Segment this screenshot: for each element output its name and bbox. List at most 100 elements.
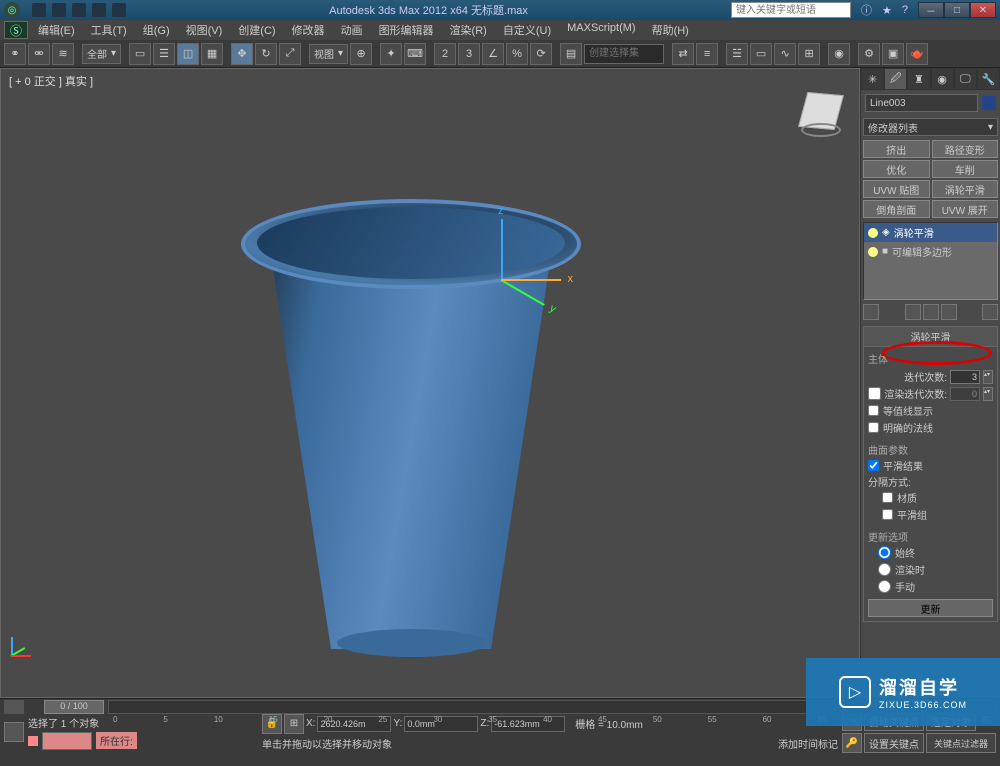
- stack-bulb-icon[interactable]: [868, 247, 878, 257]
- bind-spacewarp-icon[interactable]: ≋: [52, 43, 74, 65]
- motion-tab-icon[interactable]: ◉: [931, 68, 954, 90]
- select-region-icon[interactable]: ◫: [177, 43, 199, 65]
- viewcube-ring-icon[interactable]: [801, 123, 841, 137]
- qat-btn[interactable]: [92, 3, 106, 17]
- setkey-button[interactable]: 设置关键点: [864, 733, 924, 753]
- add-time-tag-label[interactable]: 添加时间标记: [778, 736, 838, 751]
- pin-stack-icon[interactable]: [863, 304, 879, 320]
- selection-set-dropdown[interactable]: [42, 732, 92, 750]
- rendered-frame-icon[interactable]: ▣: [882, 43, 904, 65]
- modifier-preset-button[interactable]: 优化: [863, 160, 930, 178]
- modifier-preset-button[interactable]: 车削: [932, 160, 999, 178]
- scale-tool-icon[interactable]: ⤢: [279, 43, 301, 65]
- curve-editor-icon[interactable]: ∿: [774, 43, 796, 65]
- maximize-button[interactable]: □: [944, 2, 970, 18]
- timeline-toggle-icon[interactable]: [4, 700, 24, 714]
- update-render-radio[interactable]: [878, 563, 891, 576]
- refcoord-dropdown[interactable]: 视图: [309, 44, 348, 64]
- gizmo-x-axis[interactable]: [501, 279, 561, 281]
- app-menu-button[interactable]: Ⓢ: [4, 21, 28, 39]
- menu-item[interactable]: 编辑(E): [30, 20, 83, 40]
- setkey-icon[interactable]: 🔑: [842, 733, 862, 753]
- material-editor-icon[interactable]: ◉: [828, 43, 850, 65]
- modifier-stack[interactable]: ◈涡轮平滑■可编辑多边形: [863, 222, 998, 300]
- menu-item[interactable]: 修改器: [284, 20, 333, 40]
- named-selset-input[interactable]: [584, 44, 664, 64]
- snap-3d-icon[interactable]: 3: [458, 43, 480, 65]
- modifier-list-dropdown[interactable]: 修改器列表▾: [863, 118, 998, 136]
- iterations-spinner[interactable]: [950, 370, 980, 384]
- sep-material-checkbox[interactable]: [882, 492, 893, 503]
- render-setup-icon[interactable]: ⚙: [858, 43, 880, 65]
- update-always-radio[interactable]: [878, 546, 891, 559]
- object-name-field[interactable]: Line003: [865, 94, 978, 112]
- close-button[interactable]: ✕: [970, 2, 996, 18]
- modifier-preset-button[interactable]: 涡轮平滑: [932, 180, 999, 198]
- scene-object-cup[interactable]: [231, 189, 591, 659]
- pivot-center-icon[interactable]: ⊕: [350, 43, 372, 65]
- minimize-button[interactable]: －: [918, 2, 944, 18]
- angle-snap-icon[interactable]: ∠: [482, 43, 504, 65]
- configure-sets-icon[interactable]: [982, 304, 998, 320]
- isoline-checkbox[interactable]: [868, 405, 879, 416]
- help-search-input[interactable]: [731, 2, 851, 18]
- menu-item[interactable]: 图形编辑器: [371, 20, 442, 40]
- modifier-preset-button[interactable]: 倒角剖面: [863, 200, 930, 218]
- modifier-preset-button[interactable]: UVW 展开: [932, 200, 999, 218]
- render-production-icon[interactable]: 🫖: [906, 43, 928, 65]
- menu-item[interactable]: 组(G): [135, 20, 178, 40]
- modifier-stack-item[interactable]: ◈涡轮平滑: [864, 223, 997, 242]
- menu-item[interactable]: 视图(V): [178, 20, 231, 40]
- percent-snap-icon[interactable]: %: [506, 43, 528, 65]
- menu-item[interactable]: 自定义(U): [495, 20, 559, 40]
- spinner-snap-icon[interactable]: ⟳: [530, 43, 552, 65]
- rollout-header[interactable]: 涡轮平滑: [864, 327, 997, 347]
- graphite-tools-icon[interactable]: ▭: [750, 43, 772, 65]
- menu-item[interactable]: 渲染(R): [442, 20, 495, 40]
- time-slider[interactable]: 0 / 100: [44, 700, 104, 714]
- rotate-tool-icon[interactable]: ↻: [255, 43, 277, 65]
- hierarchy-tab-icon[interactable]: ♜: [907, 68, 930, 90]
- infocenter-icon[interactable]: ⓘ: [861, 2, 872, 18]
- stack-bulb-icon[interactable]: [868, 228, 878, 238]
- modifier-preset-button[interactable]: 挤出: [863, 140, 930, 158]
- help-icon[interactable]: ?: [902, 4, 908, 16]
- selection-filter-dropdown[interactable]: 全部: [82, 44, 121, 64]
- iterations-spin-buttons[interactable]: ▴▾: [983, 370, 993, 384]
- viewport[interactable]: [ + 0 正交 ] 真实 ]: [0, 68, 860, 698]
- make-unique-icon[interactable]: [923, 304, 939, 320]
- select-tool-icon[interactable]: ▭: [129, 43, 151, 65]
- qat-btn[interactable]: [72, 3, 86, 17]
- menu-item[interactable]: 动画: [333, 20, 371, 40]
- menu-item[interactable]: MAXScript(M): [559, 20, 643, 40]
- menu-item[interactable]: 工具(T): [83, 20, 135, 40]
- link-tool-icon[interactable]: ⚭: [4, 43, 26, 65]
- update-manual-radio[interactable]: [878, 580, 891, 593]
- modifier-preset-button[interactable]: 路径变形: [932, 140, 999, 158]
- modify-tab-icon[interactable]: 🖉: [884, 68, 907, 90]
- mirror-icon[interactable]: ⇄: [672, 43, 694, 65]
- remove-modifier-icon[interactable]: [941, 304, 957, 320]
- modifier-stack-item[interactable]: ■可编辑多边形: [864, 242, 997, 261]
- viewcube[interactable]: [797, 89, 845, 137]
- display-tab-icon[interactable]: 🖵: [954, 68, 977, 90]
- schematic-view-icon[interactable]: ⊞: [798, 43, 820, 65]
- unlink-tool-icon[interactable]: ⚮: [28, 43, 50, 65]
- explicit-normals-checkbox[interactable]: [868, 422, 879, 433]
- modifier-preset-button[interactable]: UVW 贴图: [863, 180, 930, 198]
- render-iters-spinner[interactable]: [950, 387, 980, 401]
- sep-smoothgroup-checkbox[interactable]: [882, 509, 893, 520]
- window-crossing-icon[interactable]: ▦: [201, 43, 223, 65]
- manipulate-icon[interactable]: ✦: [380, 43, 402, 65]
- keyfilter-button[interactable]: 关键点过滤器: [926, 733, 996, 753]
- smooth-result-checkbox[interactable]: [868, 460, 879, 471]
- object-color-swatch[interactable]: [982, 96, 996, 110]
- create-tab-icon[interactable]: ✳: [861, 68, 884, 90]
- move-tool-icon[interactable]: ✥: [231, 43, 253, 65]
- qat-btn[interactable]: [32, 3, 46, 17]
- menu-item[interactable]: 创建(C): [230, 20, 283, 40]
- utilities-tab-icon[interactable]: 🔧: [977, 68, 1000, 90]
- keyboard-shortcut-icon[interactable]: ⌨: [404, 43, 426, 65]
- update-button[interactable]: 更新: [868, 599, 993, 617]
- layer-manager-icon[interactable]: ☱: [726, 43, 748, 65]
